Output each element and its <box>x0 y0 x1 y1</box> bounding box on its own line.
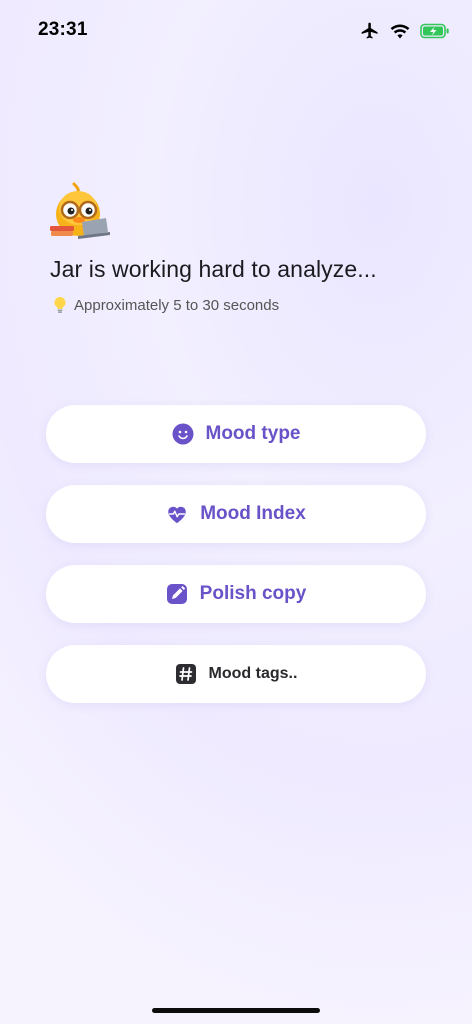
heart-pulse-icon <box>166 503 188 525</box>
status-bar: 23:31 <box>0 0 472 60</box>
page-title: Jar is working hard to analyze... <box>50 256 377 282</box>
wifi-icon <box>390 23 410 39</box>
polish-copy-button[interactable]: Polish copy <box>46 565 426 623</box>
mood-index-label: Mood Index <box>200 503 306 524</box>
mood-tags-button[interactable]: Mood tags.. <box>46 645 426 703</box>
smiley-face-icon <box>172 423 194 445</box>
airplane-icon <box>360 21 380 41</box>
edit-pencil-icon <box>166 583 188 605</box>
mascot-duck-image <box>48 180 112 244</box>
battery-charging-icon <box>420 23 450 39</box>
mood-type-button[interactable]: Mood type <box>46 405 426 463</box>
polish-copy-label: Polish copy <box>199 583 307 604</box>
status-icons <box>360 19 450 43</box>
mood-type-label: Mood type <box>205 423 301 444</box>
estimate-subtitle: Approximately 5 to 30 seconds <box>52 296 279 314</box>
status-time: 23:31 <box>38 19 88 40</box>
hashtag-icon <box>175 663 197 685</box>
mood-tags-label: Mood tags.. <box>208 665 298 682</box>
estimate-text: Approximately 5 to 30 seconds <box>74 296 280 314</box>
mood-index-button[interactable]: Mood Index <box>46 485 426 543</box>
lightbulb-icon <box>52 296 68 314</box>
home-indicator[interactable] <box>152 1008 320 1013</box>
